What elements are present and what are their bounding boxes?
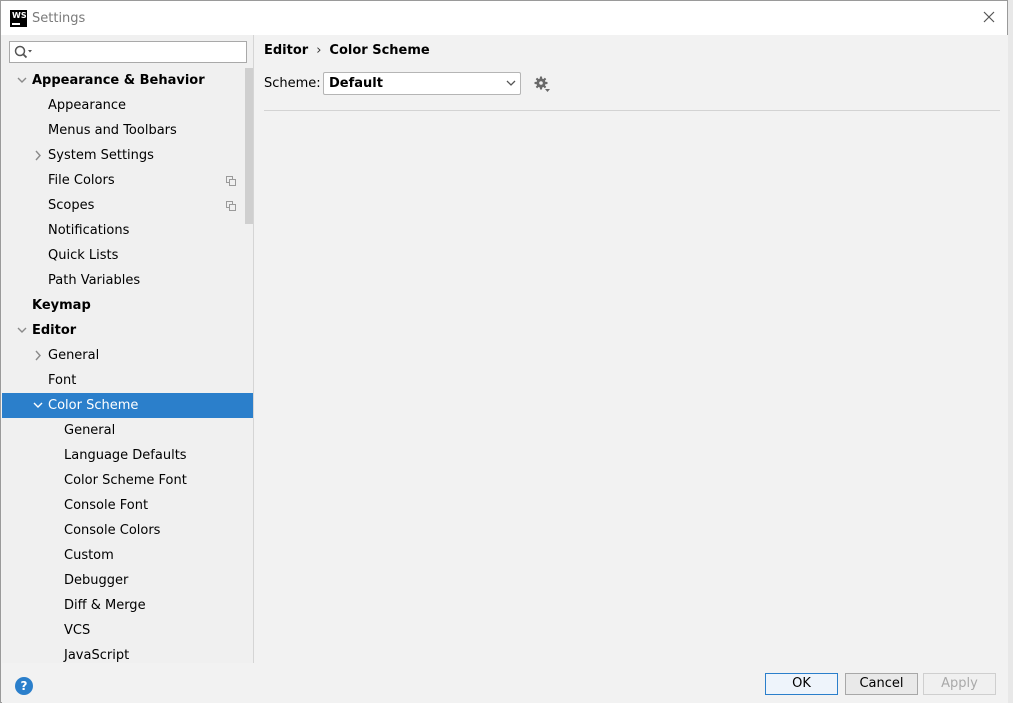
ok-button[interactable]: OK xyxy=(765,673,838,695)
sidebar-item-label: VCS xyxy=(64,623,91,638)
search-box[interactable] xyxy=(9,41,247,63)
chevron-down-icon xyxy=(506,80,516,86)
sidebar-item-scopes[interactable]: Scopes xyxy=(2,193,253,218)
sidebar-item-label: Keymap xyxy=(32,298,91,313)
window-title: Settings xyxy=(32,11,86,26)
sidebar-item-language-defaults[interactable]: Language Defaults xyxy=(2,443,253,468)
close-icon xyxy=(983,11,995,23)
search-input[interactable] xyxy=(36,43,242,61)
sidebar-item-label: General xyxy=(48,348,100,363)
header-divider xyxy=(264,110,1000,111)
sidebar-item-label: Font xyxy=(48,373,77,388)
webstorm-app-icon: WS xyxy=(10,10,27,27)
sidebar-item-javascript[interactable]: JavaScript xyxy=(2,643,253,663)
sidebar-item-console-colors[interactable]: Console Colors xyxy=(2,518,253,543)
sidebar-item-color-scheme[interactable]: Color Scheme xyxy=(2,393,253,418)
sidebar-item-label: Debugger xyxy=(64,573,129,588)
breadcrumb-separator: › xyxy=(316,43,322,58)
gear-icon[interactable] xyxy=(533,75,551,93)
sidebar-item-label: Menus and Toolbars xyxy=(48,123,177,138)
chevron-down-icon[interactable] xyxy=(15,318,29,343)
sidebar-item-label: Appearance & Behavior xyxy=(32,73,205,88)
sidebar-item-appearance[interactable]: Appearance xyxy=(2,93,253,118)
sidebar-item-label: JavaScript xyxy=(64,648,130,663)
sidebar-item-console-font[interactable]: Console Font xyxy=(2,493,253,518)
background-window-edge xyxy=(1008,0,1013,703)
help-button[interactable]: ? xyxy=(15,677,33,695)
apply-button[interactable]: Apply xyxy=(923,673,996,695)
sidebar-item-appearance-behavior[interactable]: Appearance & Behavior xyxy=(2,68,253,93)
chevron-right-icon[interactable] xyxy=(31,143,45,168)
sidebar-item-font[interactable]: Font xyxy=(2,368,253,393)
sidebar-item-debugger[interactable]: Debugger xyxy=(2,568,253,593)
sidebar-item-notifications[interactable]: Notifications xyxy=(2,218,253,243)
sidebar-item-diff-merge[interactable]: Diff & Merge xyxy=(2,593,253,618)
sidebar-item-label: Language Defaults xyxy=(64,448,187,463)
sidebar-item-label: Path Variables xyxy=(48,273,141,288)
close-button[interactable] xyxy=(979,7,999,27)
cancel-button[interactable]: Cancel xyxy=(845,673,918,695)
sidebar-item-system-settings[interactable]: System Settings xyxy=(2,143,253,168)
sidebar-item-label: Console Colors xyxy=(64,523,161,538)
sidebar-item-label: Custom xyxy=(64,548,114,563)
settings-sidebar: Appearance & Behavior Appearance Menus and… xyxy=(2,35,254,663)
sidebar-item-keymap[interactable]: Keymap xyxy=(2,293,253,318)
sidebar-item-general[interactable]: General xyxy=(2,343,253,368)
sidebar-item-label: Editor xyxy=(32,323,77,338)
sidebar-item-file-colors[interactable]: File Colors xyxy=(2,168,253,193)
project-level-icon xyxy=(226,176,236,186)
chevron-down-icon[interactable] xyxy=(15,68,29,93)
sidebar-item-label: Color Scheme xyxy=(48,398,139,413)
scheme-dropdown[interactable]: Default xyxy=(323,72,521,95)
sidebar-item-quick-lists[interactable]: Quick Lists xyxy=(2,243,253,268)
chevron-right-icon[interactable] xyxy=(31,343,45,368)
settings-dialog: WS Settings Appearance & Behavior Appeara… xyxy=(0,0,1008,703)
sidebar-item-editor[interactable]: Editor xyxy=(2,318,253,343)
content-pane: Editor › Color Scheme Scheme: Default xyxy=(255,35,1008,663)
sidebar-item-label: System Settings xyxy=(48,148,154,163)
sidebar-item-label: Scopes xyxy=(48,198,95,213)
settings-tree: Appearance & Behavior Appearance Menus and… xyxy=(2,68,253,663)
sidebar-item-label: File Colors xyxy=(48,173,115,188)
sidebar-item-vcs[interactable]: VCS xyxy=(2,618,253,643)
help-icon: ? xyxy=(20,679,28,693)
chevron-down-icon[interactable] xyxy=(31,393,45,418)
sidebar-item-path-variables[interactable]: Path Variables xyxy=(2,268,253,293)
title-bar: WS Settings xyxy=(1,1,1007,35)
sidebar-item-label: Console Font xyxy=(64,498,149,513)
sidebar-item-label: Diff & Merge xyxy=(64,598,146,613)
app-icon-text: WS xyxy=(12,11,27,20)
search-icon xyxy=(14,45,32,59)
breadcrumb-color-scheme: Color Scheme xyxy=(329,43,430,58)
sidebar-item-menus-and-toolbars[interactable]: Menus and Toolbars xyxy=(2,118,253,143)
sidebar-item-label: General xyxy=(64,423,116,438)
project-level-icon xyxy=(226,201,236,211)
sidebar-item-label: Appearance xyxy=(48,98,127,113)
scheme-dropdown-value: Default xyxy=(329,76,383,91)
sidebar-item-color-scheme-font[interactable]: Color Scheme Font xyxy=(2,468,253,493)
breadcrumb-editor: Editor xyxy=(264,43,309,58)
sidebar-item-custom[interactable]: Custom xyxy=(2,543,253,568)
sidebar-item-label: Quick Lists xyxy=(48,248,119,263)
sidebar-item-label: Color Scheme Font xyxy=(64,473,187,488)
dialog-footer: ? OK Cancel Apply xyxy=(2,663,1008,703)
sidebar-item-general[interactable]: General xyxy=(2,418,253,443)
sidebar-item-label: Notifications xyxy=(48,223,130,238)
scheme-label: Scheme: xyxy=(264,76,321,91)
breadcrumb: Editor › Color Scheme xyxy=(264,43,430,58)
sidebar-scrollbar[interactable] xyxy=(245,68,253,224)
